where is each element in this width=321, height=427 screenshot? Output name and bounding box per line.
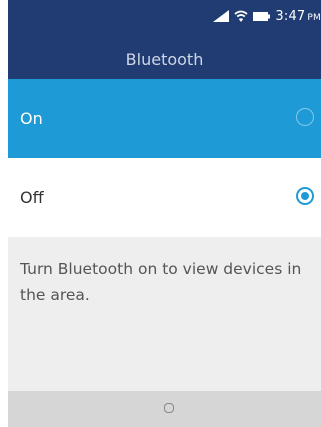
info-panel: Turn Bluetooth on to view devices in the… [8,237,321,391]
signal-icon [213,10,230,22]
option-off-label: Off [20,188,44,207]
header: 3:47 PM Bluetooth [8,0,321,79]
clock-ampm: PM [307,12,321,23]
wifi-icon [234,10,248,22]
option-off[interactable]: Off [8,158,321,237]
select-circle-icon[interactable] [164,403,174,413]
page-title: Bluetooth [125,50,204,69]
radio-checked-icon[interactable] [296,187,314,205]
option-on-label: On [20,109,43,128]
info-text: Turn Bluetooth on to view devices in the… [20,260,302,304]
clock: 3:47 PM [275,9,321,24]
screen: 3:47 PM Bluetooth On Off Turn Bluetooth o… [0,0,321,427]
option-on[interactable]: On [8,79,321,158]
battery-icon [253,11,271,22]
softkey-bar [8,391,321,427]
radio-unchecked-icon[interactable] [296,108,314,126]
clock-time: 3:47 [275,8,306,24]
status-bar: 3:47 PM [213,7,321,25]
